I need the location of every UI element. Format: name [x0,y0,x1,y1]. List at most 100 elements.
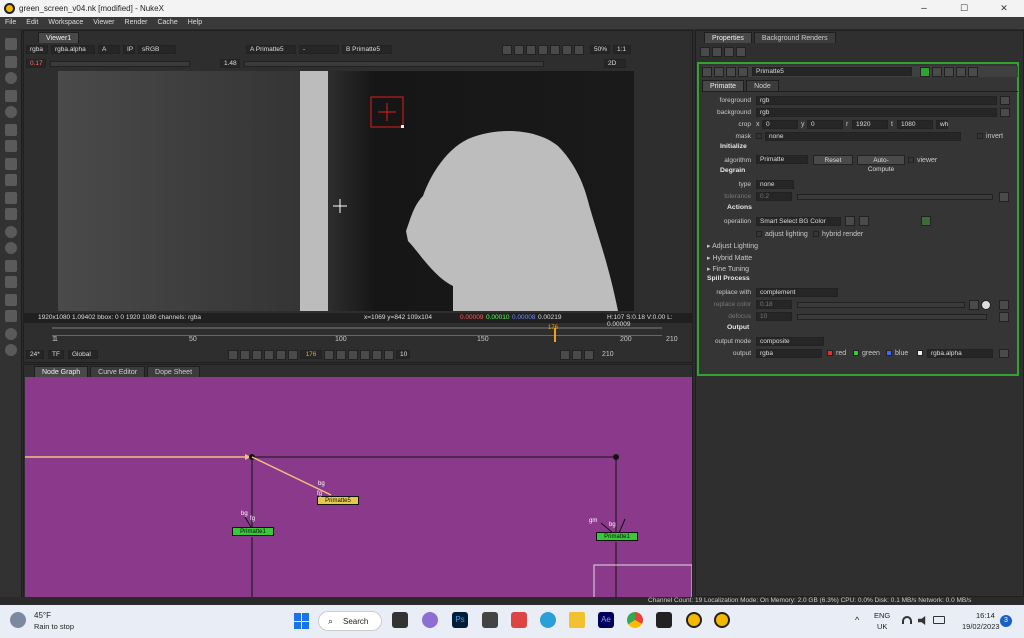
red-checkbox[interactable] [827,350,833,356]
tab-dope-sheet[interactable]: Dope Sheet [147,366,201,377]
clock-date[interactable]: 19/02/2023 [962,622,1000,631]
tab-viewer1[interactable]: Viewer1 [38,32,80,43]
image-tool-icon[interactable] [5,38,17,50]
furnace-tool-icon[interactable] [5,310,17,322]
hybrid-render-checkbox[interactable] [813,231,819,237]
gamma-value[interactable]: 1.48 [220,59,240,68]
menu-file[interactable]: File [5,17,16,29]
chat-icon[interactable] [422,612,438,628]
channel-tool-icon[interactable] [5,90,17,102]
ratio-select[interactable]: 1:1 [613,45,631,54]
float-icon[interactable] [956,66,966,77]
viewer-colorspace-select[interactable]: sRGB [138,45,176,54]
redo-icon[interactable] [932,66,942,77]
tolerance-field[interactable]: 0.2 [756,192,792,201]
tab-background-renders[interactable]: Background Renders [753,32,836,43]
timeline[interactable]: 1 50 100 150 200 176 [52,325,662,345]
particles-tool-icon[interactable] [5,208,17,220]
tab-node[interactable]: Node [746,80,779,91]
reset-button[interactable]: Reset [813,155,853,165]
tab-primatte[interactable]: Primatte [702,80,745,91]
time-tool-icon[interactable] [5,72,17,84]
chrome-icon[interactable] [627,612,643,628]
input-a-select[interactable]: A Primatte5 [246,45,296,54]
merge-tool-icon[interactable] [5,158,17,170]
edge-icon[interactable] [540,612,556,628]
flipbook-icon[interactable] [560,349,570,360]
transform-tool-icon[interactable] [5,174,17,186]
first-frame-icon[interactable] [240,349,250,360]
foreground-link-icon[interactable] [1000,96,1010,105]
terminal-icon[interactable] [656,612,672,628]
refresh-icon[interactable] [550,44,560,55]
metadata-tool-icon[interactable] [5,260,17,272]
next-frame-icon[interactable] [336,349,346,360]
viewer-a-channel[interactable]: A [98,45,120,54]
output-mode-select[interactable]: composite [756,337,824,346]
input-process-toggle[interactable]: IP [123,45,135,54]
weather-icon[interactable] [10,612,26,628]
roi-icon[interactable] [502,44,512,55]
tray-overflow-icon[interactable]: ^ [855,615,859,625]
replace-color-field[interactable]: 0.18 [756,300,792,309]
crop-y-field[interactable]: 0 [807,120,843,129]
menu-viewer[interactable]: Viewer [93,17,114,29]
stop-icon[interactable] [562,44,572,55]
nuke-taskbar-icon[interactable] [686,612,702,628]
input-b-select[interactable]: B Primatte5 [342,45,392,54]
algorithm-select[interactable]: Primatte [756,155,808,164]
deep-tool-icon[interactable] [5,226,17,238]
replace-color-slider[interactable] [797,302,965,308]
clear-panels-icon[interactable] [712,47,722,57]
viewer-checkbox[interactable] [908,157,914,163]
crop-x-field[interactable]: 0 [762,120,798,129]
proxy-icon[interactable] [514,44,524,55]
lock-icon[interactable] [724,47,734,57]
invert-checkbox[interactable] [977,133,983,139]
taskbar-search[interactable]: ⌕ Search [318,611,382,631]
color-wheel-icon[interactable] [981,300,991,310]
increment-field[interactable]: 10 [396,350,410,359]
zoom-select[interactable]: 50% [590,45,610,54]
task-view-icon[interactable] [392,612,408,628]
adjust-lighting-checkbox[interactable] [756,231,762,237]
color-tool-icon[interactable] [5,106,17,118]
operation-select[interactable]: Smart Select BG Color [756,217,841,226]
gamma-slider[interactable] [244,60,544,67]
play-forward-icon[interactable] [324,349,334,360]
auto-compute-button[interactable]: Auto-Compute [857,155,905,173]
defocus-anim-icon[interactable] [999,312,1009,322]
menu-help[interactable]: Help [188,17,202,29]
maximize-button[interactable]: ☐ [944,0,984,17]
crop-t-field[interactable]: 1080 [897,120,933,129]
gain-value[interactable]: 0.17 [26,59,46,68]
next-inc-icon[interactable] [348,349,358,360]
help-tool-icon[interactable] [5,344,17,356]
revert-icon[interactable] [944,66,954,77]
language-code[interactable]: ENG [874,611,890,620]
pencil-icon[interactable] [736,47,746,57]
green-checkbox[interactable] [853,350,859,356]
compare-mode-select[interactable]: - [299,45,339,54]
alpha-select[interactable]: rgba.alpha [927,349,993,358]
background-select[interactable]: rgb [756,108,997,117]
repeat-icon[interactable] [384,349,394,360]
capture-icon[interactable] [572,349,582,360]
language-region[interactable]: UK [877,622,887,631]
file-explorer-icon[interactable] [569,612,585,628]
adjust-lighting-group[interactable]: ▸ Adjust Lighting [707,242,758,250]
clock-time[interactable]: 16:14 [976,611,995,620]
tab-properties[interactable]: Properties [704,32,752,43]
battery-icon[interactable] [933,616,945,624]
viewer-image[interactable] [58,71,634,311]
photoshop-icon[interactable]: Ps [452,612,468,628]
replace-color-anim-icon[interactable] [999,300,1009,310]
replace-with-select[interactable]: complement [756,288,838,297]
viewer-alpha-select[interactable]: rgba.alpha [51,45,95,54]
keyer-tool-icon[interactable] [5,140,17,152]
defocus-slider[interactable] [797,314,987,320]
background-link-icon[interactable] [1000,108,1010,117]
current-frame-field[interactable]: 176 [300,350,322,359]
explorer-icon[interactable] [482,612,498,628]
close-button[interactable]: ✕ [984,0,1024,17]
